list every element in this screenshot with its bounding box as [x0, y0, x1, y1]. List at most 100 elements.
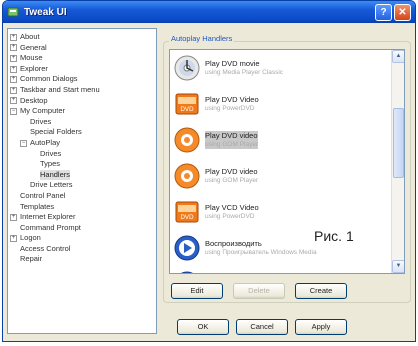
- tree-item-label: General: [20, 42, 47, 52]
- dvd-disc-icon: [174, 55, 200, 81]
- powerdvd-icon: DVD: [174, 91, 200, 117]
- windows-media-icon: [174, 235, 200, 261]
- handler-name: Play DVD video: [205, 131, 258, 140]
- tree-item-label: Control Panel: [20, 190, 66, 200]
- expand-icon[interactable]: +: [10, 97, 17, 105]
- handler-list-item[interactable]: DVD Play DVD Video using PowerDVD: [170, 86, 391, 122]
- tree-item[interactable]: + Internet Explorer: [10, 212, 154, 223]
- settings-tree[interactable]: + About + General + Mouse + Explorer + Common Dia…: [7, 28, 157, 334]
- expand-icon[interactable]: +: [10, 235, 17, 243]
- tree-item-label: Explorer: [20, 63, 48, 73]
- tree-item[interactable]: Drives: [10, 149, 154, 160]
- close-icon: ✕: [398, 6, 407, 18]
- svg-text:DVD: DVD: [180, 214, 194, 221]
- tree-item-label: Common Dialogs: [20, 74, 78, 84]
- tree-item[interactable]: Drives: [10, 117, 154, 128]
- tree-item[interactable]: + General: [10, 43, 154, 54]
- tree-item-label: Drive Letters: [30, 180, 73, 190]
- handler-list-item[interactable]: Play DVD movie using Media Player Classic: [170, 50, 391, 86]
- gom-player-icon: [174, 127, 200, 153]
- expand-icon[interactable]: +: [10, 86, 17, 94]
- expand-icon[interactable]: +: [10, 54, 17, 62]
- handler-text: Play DVD Video using PowerDVD: [205, 95, 259, 113]
- tree-item[interactable]: Drive Letters: [10, 180, 154, 191]
- scroll-thumb[interactable]: [393, 108, 404, 178]
- tree-item-label: Repair: [20, 254, 43, 264]
- create-button[interactable]: Create: [295, 283, 347, 299]
- tree-item-label: Types: [40, 159, 61, 169]
- tree-item-label: Templates: [20, 201, 55, 211]
- tree-item-label: Mouse: [20, 53, 43, 63]
- collapse-icon[interactable]: −: [10, 107, 17, 115]
- delete-button[interactable]: Delete: [233, 283, 285, 299]
- tree-item[interactable]: Handlers: [10, 169, 154, 181]
- tree-item[interactable]: + Common Dialogs: [10, 74, 154, 85]
- tree-item-label: Special Folders: [30, 127, 82, 137]
- tree-item[interactable]: Control Panel: [10, 191, 154, 202]
- tree-item[interactable]: Types: [10, 159, 154, 170]
- tweakui-app-icon: [7, 7, 19, 17]
- tree-item-label: Drives: [30, 116, 52, 126]
- handler-application: using PowerDVD: [205, 105, 255, 112]
- help-button[interactable]: ?: [375, 3, 392, 21]
- figure-caption: Рис. 1: [314, 228, 354, 244]
- handler-text: Play DVD video using GOM Player: [205, 167, 258, 185]
- expand-icon[interactable]: +: [10, 44, 17, 52]
- expand-icon[interactable]: +: [10, 65, 17, 73]
- windows-media-icon: [174, 271, 200, 273]
- cancel-button[interactable]: Cancel: [236, 319, 288, 335]
- tree-item[interactable]: + Logon: [10, 233, 154, 244]
- tree-item[interactable]: + Mouse: [10, 53, 154, 64]
- handler-name: Play DVD movie: [205, 59, 260, 68]
- tree-item[interactable]: + About: [10, 32, 154, 43]
- handler-list-item[interactable]: DVD Play VCD Video using PowerDVD: [170, 194, 391, 230]
- handler-name: Play VCD Video: [205, 203, 259, 212]
- tree-item[interactable]: − AutoPlay: [10, 138, 154, 149]
- scroll-up-button[interactable]: ▲: [392, 50, 404, 63]
- tree-item[interactable]: Access Control: [10, 244, 154, 255]
- tree-item[interactable]: − My Computer: [10, 106, 154, 117]
- title-bar[interactable]: Tweak UI ? ✕: [3, 1, 415, 23]
- handler-application: using GOM Player: [205, 141, 259, 148]
- tree-item[interactable]: + Explorer: [10, 64, 154, 75]
- tree-item-label: Desktop: [20, 95, 48, 105]
- tree-item[interactable]: Templates: [10, 202, 154, 213]
- tweak-ui-window: Tweak UI ? ✕ + About + General + Mouse + Explor…: [2, 0, 416, 342]
- handler-text: Play DVD movie using Media Player Classic: [205, 59, 283, 77]
- handler-list-item[interactable]: Воспроизводить using Проигрыватель Window…: [170, 230, 391, 266]
- expand-icon[interactable]: +: [10, 33, 17, 41]
- collapse-icon[interactable]: −: [20, 139, 27, 147]
- edit-button[interactable]: Edit: [171, 283, 223, 299]
- tree-item-label: Drives: [40, 148, 62, 158]
- tree-item[interactable]: Command Prompt: [10, 223, 154, 234]
- expand-icon[interactable]: +: [10, 76, 17, 84]
- handler-application: using GOM Player: [205, 177, 259, 184]
- handler-name: Play DVD video: [205, 167, 258, 176]
- handler-name: Play DVD Video: [205, 95, 259, 104]
- scroll-down-button[interactable]: ▼: [392, 260, 404, 273]
- expand-icon[interactable]: +: [10, 213, 17, 221]
- handler-list-item[interactable]: Play DVD video using GOM Player: [170, 122, 391, 158]
- ok-button[interactable]: OK: [177, 319, 229, 335]
- handlers-list[interactable]: Play DVD movie using Media Player Classic…: [169, 49, 405, 274]
- handler-list-item[interactable]: Воспроизводить DVD-фильмusing Проигрыват…: [170, 266, 391, 273]
- tree-item[interactable]: + Desktop: [10, 96, 154, 107]
- tree-item-label: About: [20, 32, 40, 41]
- close-button[interactable]: ✕: [394, 3, 411, 21]
- handler-list-item[interactable]: Play DVD video using GOM Player: [170, 158, 391, 194]
- handler-text: Play DVD video using GOM Player: [205, 131, 259, 149]
- tree-item[interactable]: Repair: [10, 254, 154, 265]
- svg-text:DVD: DVD: [180, 106, 194, 113]
- apply-button[interactable]: Apply: [295, 319, 347, 335]
- tree-item[interactable]: + Taskbar and Start menu: [10, 85, 154, 96]
- tree-item[interactable]: Special Folders: [10, 127, 154, 138]
- tree-item-label: Access Control: [20, 243, 71, 253]
- tree-item-label: My Computer: [20, 106, 66, 116]
- vertical-scrollbar[interactable]: ▲ ▼: [391, 50, 404, 273]
